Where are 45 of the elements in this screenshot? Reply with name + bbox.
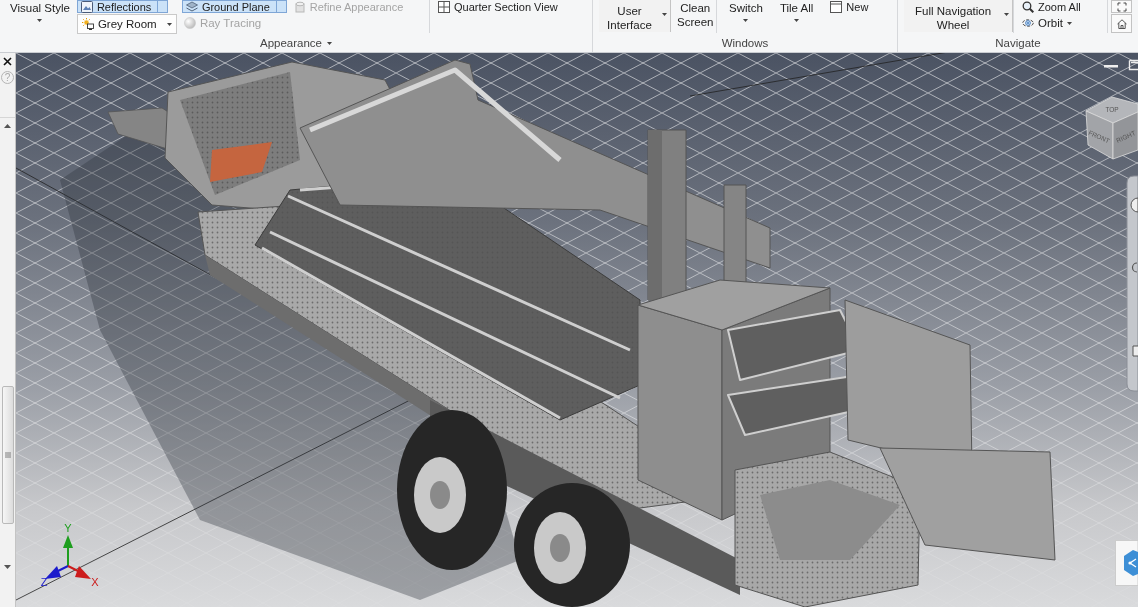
sphere-icon: [183, 17, 196, 29]
ribbon-button[interactable]: Tile All: [777, 0, 816, 22]
hexagon-tile-icon[interactable]: [1115, 540, 1138, 586]
ribbon-button[interactable]: New: [828, 0, 871, 13]
home-icon: [1115, 17, 1128, 30]
magnifier-icon: [1022, 0, 1034, 13]
ribbon-button[interactable]: Zoom All: [1020, 0, 1083, 13]
caret-icon: [794, 19, 800, 22]
arc-icon[interactable]: [1131, 262, 1138, 273]
ribbon-button[interactable]: Quarter Section View: [436, 0, 560, 13]
ribbon-button[interactable]: User Interface: [599, 0, 671, 32]
orbit-icon: [1022, 17, 1034, 29]
caret-icon: [166, 22, 172, 26]
restore-icon[interactable]: [1128, 59, 1138, 71]
corner-brackets-icon: [1116, 1, 1127, 12]
toggle-button[interactable]: Ground Plane: [181, 0, 287, 13]
ribbon-button[interactable]: Visual Style: [8, 0, 72, 22]
ribbon-button[interactable]: Full Navigation Wheel: [904, 0, 1014, 32]
style-dropdown[interactable]: Grey Room: [76, 14, 177, 34]
scrollbar-thumb[interactable]: [1, 386, 14, 524]
grip-icon: [4, 452, 11, 458]
axis-label: Z: [40, 576, 48, 588]
sun-monitor-icon: [81, 18, 94, 30]
layers-icon: [185, 0, 198, 13]
panel-label: Navigate: [994, 36, 1042, 51]
minimize-icon[interactable]: [1104, 65, 1118, 68]
caret-icon: [327, 41, 332, 45]
caret-icon: [662, 13, 667, 16]
panel-label[interactable]: Appearance: [258, 34, 334, 52]
caret-icon: [1004, 13, 1010, 16]
caret-down-icon[interactable]: [4, 565, 11, 569]
close-icon[interactable]: [3, 57, 12, 66]
caret-icon: [1066, 21, 1072, 25]
home-button[interactable]: [1111, 14, 1132, 33]
caret-icon: [37, 19, 43, 22]
corner-brackets-button[interactable]: [1111, 0, 1132, 13]
ribbon-button[interactable]: Orbit: [1020, 14, 1074, 32]
panel-label: Windows: [720, 36, 770, 51]
axis-label: Y: [64, 522, 72, 534]
ribbon-button[interactable]: Switch: [727, 0, 765, 22]
axis-label: X: [91, 576, 99, 588]
toggle-button[interactable]: Reflections: [76, 0, 169, 13]
caret-up-icon[interactable]: [4, 124, 11, 128]
ribbon-button[interactable]: Clean Screen: [675, 0, 716, 29]
caret-icon: [743, 19, 749, 22]
